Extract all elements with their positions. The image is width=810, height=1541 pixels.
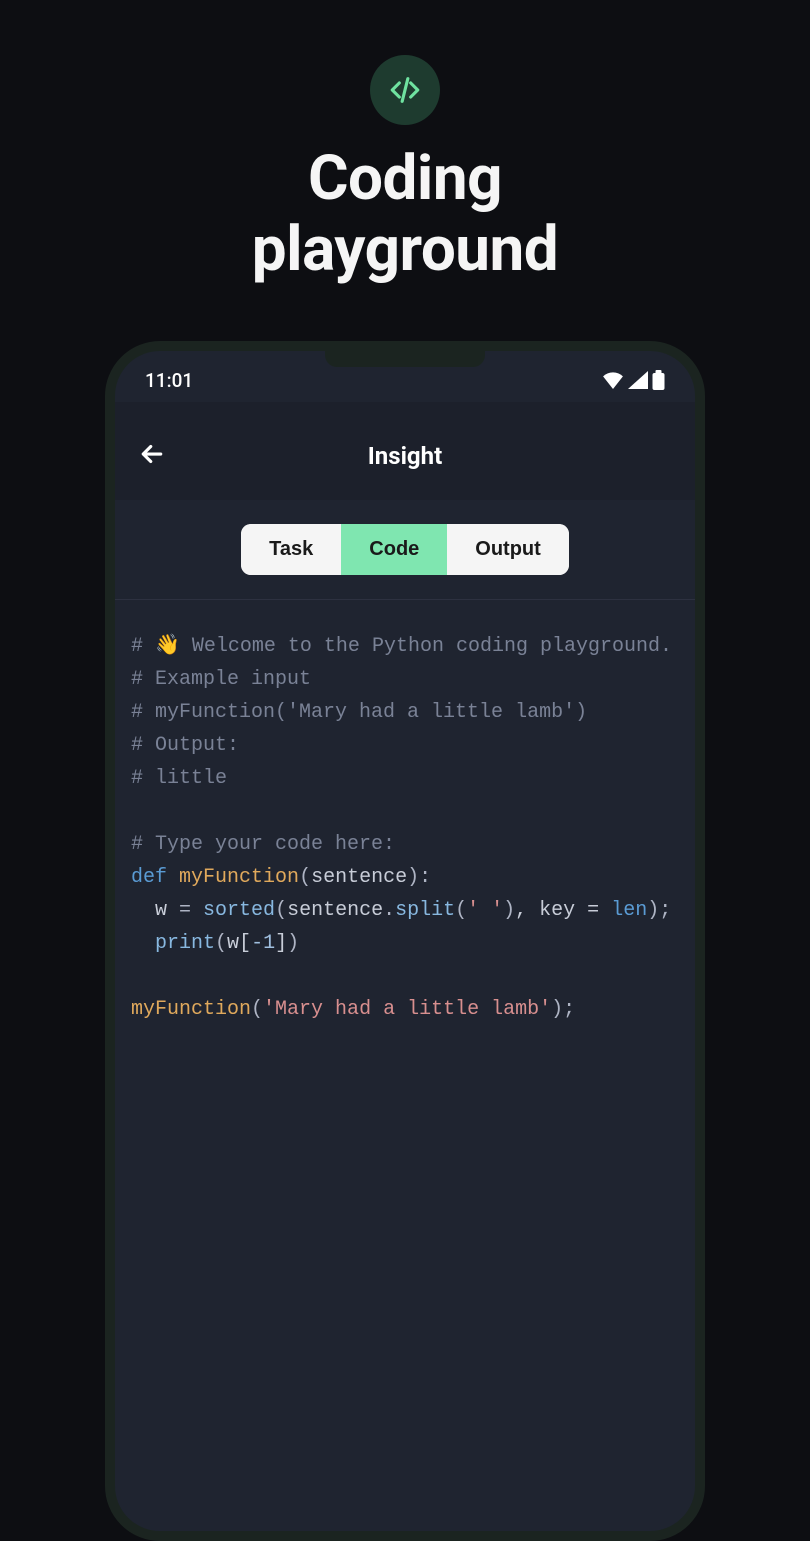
arrow-left-icon — [137, 439, 167, 469]
code-comment: # myFunction('Mary had a little lamb') — [131, 701, 587, 724]
phone-notch — [325, 351, 485, 367]
code-punct: ) — [551, 998, 563, 1021]
code-comment: # Output: — [131, 734, 239, 757]
code-call: sorted — [203, 899, 275, 922]
code-string: ' ' — [467, 899, 503, 922]
code-string: 'Mary had a little lamb' — [263, 998, 551, 1021]
page-title: Insight — [137, 442, 673, 470]
code-comment: # 👋 Welcome to the Python coding playgro… — [131, 635, 672, 658]
tab-container: Task Code Output — [241, 524, 569, 575]
status-time: 11:01 — [145, 369, 193, 392]
code-punct: ) — [503, 899, 515, 922]
code-punct: ; — [659, 899, 671, 922]
code-punct: ) — [647, 899, 659, 922]
code-comment: # Example input — [131, 668, 311, 691]
code-call: myFunction — [131, 998, 251, 1021]
code-punct: ( — [275, 899, 287, 922]
code-funcname: myFunction — [179, 866, 299, 889]
tab-task[interactable]: Task — [241, 524, 341, 575]
code-comment: # Type your code here: — [131, 833, 395, 856]
code-editor[interactable]: # 👋 Welcome to the Python coding playgro… — [115, 600, 695, 1056]
status-icons — [602, 370, 665, 390]
app-logo — [370, 55, 440, 125]
battery-icon — [652, 370, 665, 390]
code-call: print — [155, 932, 215, 955]
tab-code[interactable]: Code — [341, 524, 447, 575]
back-button[interactable] — [137, 439, 167, 473]
code-ident: w[ — [227, 932, 251, 955]
tab-bar-section: Task Code Output — [115, 500, 695, 600]
tab-output[interactable]: Output — [447, 524, 569, 575]
code-punct: ( — [299, 866, 311, 889]
signal-icon — [628, 371, 648, 389]
code-punct: ) — [287, 932, 299, 955]
phone-mockup: 11:01 Insight Task Code Output # 👋 Welco… — [105, 341, 705, 1541]
code-punct: : — [419, 866, 431, 889]
code-ident: sentence — [287, 899, 383, 922]
app-header: Insight — [115, 402, 695, 500]
code-punct: = — [167, 899, 203, 922]
code-ident: ] — [275, 932, 287, 955]
code-ident: len — [611, 899, 647, 922]
code-punct: ) — [407, 866, 419, 889]
code-punct: ; — [563, 998, 575, 1021]
code-keyword: def — [131, 866, 167, 889]
code-punct: . — [383, 899, 395, 922]
code-icon — [388, 73, 422, 107]
code-number: -1 — [251, 932, 275, 955]
promo-title: Codingplayground — [252, 143, 558, 286]
code-ident: , key = — [515, 899, 611, 922]
code-param: sentence — [311, 866, 407, 889]
code-punct: ( — [215, 932, 227, 955]
code-ident: w — [155, 899, 167, 922]
wifi-icon — [602, 371, 624, 389]
code-punct: ( — [251, 998, 263, 1021]
code-comment: # little — [131, 767, 227, 790]
code-punct: ( — [455, 899, 467, 922]
code-call: split — [395, 899, 455, 922]
